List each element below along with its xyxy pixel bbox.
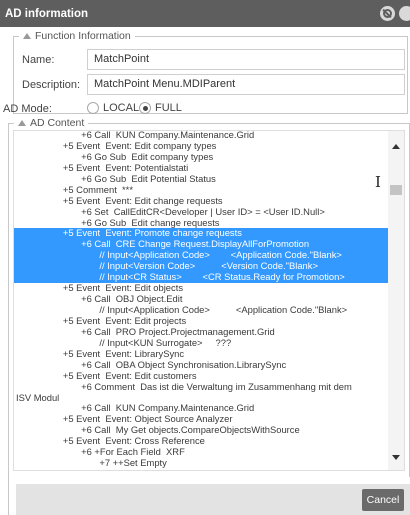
code-line[interactable]: +5 Event Event: Promote change requests <box>14 228 389 240</box>
scroll-down-arrow-icon[interactable] <box>392 455 400 460</box>
code-line[interactable]: +5 Event Event: Edit company types <box>14 141 389 152</box>
radio-local[interactable]: LOCAL <box>87 102 139 114</box>
code-line[interactable]: +5 Comment *** <box>14 185 389 196</box>
function-information-legend[interactable]: Function Information <box>19 30 135 42</box>
code-line[interactable]: +6 Set CallEditCR<Developer | User ID> =… <box>14 207 389 218</box>
code-line[interactable]: ISV Modul <box>14 393 389 404</box>
description-field[interactable]: MatchPoint Menu.MDIParent <box>87 74 405 95</box>
collapse-triangle-icon[interactable] <box>18 120 26 126</box>
function-information-group: Function Information <box>13 30 408 114</box>
ad-mode-label: AD Mode: <box>3 103 52 115</box>
radio-local-circle[interactable] <box>87 102 99 114</box>
code-line[interactable]: +6 Go Sub Edit Potential Status <box>14 174 389 185</box>
text-cursor-icon: I <box>375 173 381 191</box>
ad-content-text-area[interactable]: +6 Call KUN Company.Maintenance.Grid +5 … <box>13 130 405 471</box>
radio-full[interactable]: FULL <box>139 102 182 114</box>
code-line[interactable]: // Input<CR Status> <CR Status.Ready for… <box>14 272 389 284</box>
radio-full-circle[interactable] <box>139 102 151 114</box>
code-line[interactable]: +6 +For Each Field XRF <box>14 447 389 458</box>
code-line[interactable]: // Input<Application Code> <Application … <box>14 305 389 316</box>
title-bar: AD information <box>0 0 410 27</box>
close-icon[interactable] <box>399 6 410 21</box>
code-lines: +6 Call KUN Company.Maintenance.Grid +5 … <box>14 131 389 470</box>
code-line[interactable]: +6 Comment Das ist die Verwaltung im Zus… <box>14 382 389 393</box>
code-line[interactable]: +6 Call KUN Company.Maintenance.Grid <box>14 131 389 141</box>
ad-content-legend[interactable]: AD Content <box>14 117 88 129</box>
code-line[interactable]: +5 Event Event: LibrarySync <box>14 349 389 360</box>
description-label: Description: <box>22 79 81 91</box>
code-line[interactable]: +6 Call PRO Project.Projectmanagement.Gr… <box>14 327 389 338</box>
collapse-triangle-icon[interactable] <box>23 33 31 39</box>
footer-bar: Cancel <box>16 484 410 515</box>
scroll-up-arrow-icon[interactable] <box>392 144 400 149</box>
vertical-scrollbar[interactable] <box>388 131 404 470</box>
code-line[interactable]: // Input<KUN Surrogate> ??? <box>14 338 389 349</box>
code-line[interactable]: +5 Event Event: Edit customers <box>14 371 389 382</box>
code-line[interactable]: +6 Call XRF Cross Reference.ToppAppBrows… <box>14 469 389 470</box>
scroll-thumb[interactable] <box>390 185 402 195</box>
code-line[interactable]: +6 Call OBA Object Synchronisation.Libra… <box>14 360 389 371</box>
code-line[interactable]: +5 Event Event: Edit projects <box>14 316 389 327</box>
code-line[interactable]: +7 ++Set Empty <box>14 458 389 469</box>
code-line[interactable]: +5 Event Event: Potentialstati <box>14 163 389 174</box>
window-title: AD information <box>5 7 89 20</box>
code-line[interactable]: // Input<Application Code> <Application … <box>14 250 389 262</box>
code-line[interactable]: +5 Event Event: Cross Reference <box>14 436 389 447</box>
code-line[interactable]: +6 Go Sub Edit company types <box>14 152 389 163</box>
code-line[interactable]: +6 Call OBJ Object.Edit <box>14 294 389 305</box>
code-line[interactable]: +6 Call CRE Change Request.DisplayAllFor… <box>14 239 389 251</box>
name-label: Name: <box>22 54 55 66</box>
code-line[interactable]: +6 Call KUN Company.Maintenance.Grid <box>14 403 389 414</box>
code-line[interactable]: // Input<Version Code> <Version Code."Bl… <box>14 261 389 273</box>
group-edge <box>8 476 9 515</box>
radio-full-label: FULL <box>155 102 182 114</box>
code-line[interactable]: +5 Event Event: Object Source Analyzer <box>14 414 389 425</box>
cancel-button[interactable]: Cancel <box>362 489 404 511</box>
code-line[interactable]: +6 Go Sub Edit change requests <box>14 218 389 229</box>
code-line[interactable]: +5 Event Event: Edit change requests <box>14 196 389 207</box>
name-field[interactable]: MatchPoint <box>87 49 405 70</box>
code-line[interactable]: +5 Event Event: Edit objects <box>14 283 389 294</box>
radio-local-label: LOCAL <box>103 102 140 114</box>
no-entry-icon[interactable] <box>380 6 395 21</box>
title-bar-icons <box>380 6 410 21</box>
code-line[interactable]: +6 Call My Get objects.CompareObjectsWit… <box>14 425 389 436</box>
